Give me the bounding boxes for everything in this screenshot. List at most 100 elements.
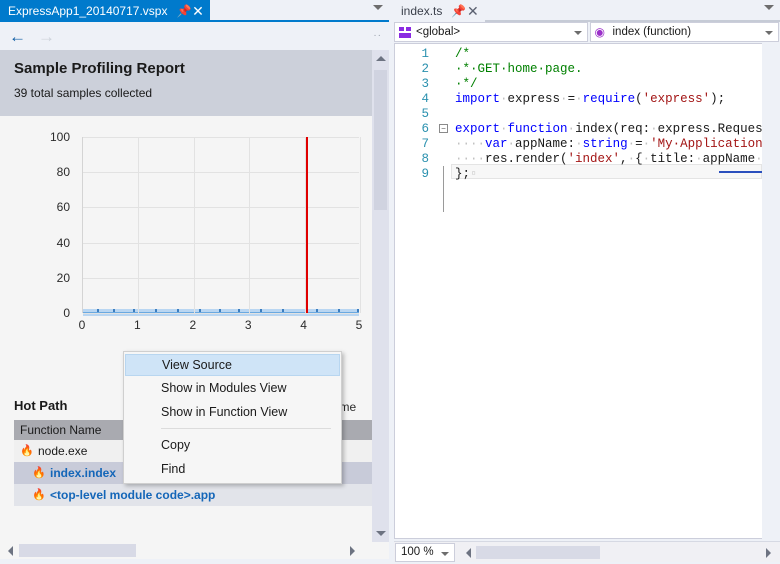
code-line[interactable]: 5 [395,107,762,122]
scrollbar-thumb-horizontal[interactable] [19,544,136,557]
cpu-usage-chart[interactable]: 0 20 40 60 80 100 0 1 2 3 4 5 [0,116,372,356]
chevron-down-icon[interactable] [765,31,773,35]
line-number: 1 [421,47,429,61]
page-title: Sample Profiling Report [14,60,185,77]
line-number: 6 [421,122,429,136]
close-icon[interactable]: ✕ [466,4,479,18]
gridline-horizontal [83,172,359,174]
code-line[interactable]: 2 ·*·GET·home·page. [395,62,762,77]
code-token: ( [635,92,643,106]
line-number: 5 [421,107,429,121]
pin-icon[interactable]: 📌 [451,5,466,17]
scroll-left-icon[interactable] [460,542,476,563]
line-number: 3 [421,77,429,91]
scroll-right-icon[interactable] [344,542,361,559]
code-line[interactable]: 8 ····res.render('index',·{·title:·appNam… [395,152,762,167]
arrow-left-icon[interactable]: ← [9,28,26,45]
scope-value: <global> [416,26,461,38]
code-token: · [642,152,651,166]
arrow-right-icon: → [38,26,55,46]
tab-title: ExpressApp1_20140717.vspx [8,4,168,18]
chart-y-tick-label: 80 [56,165,70,180]
code-token: · [642,137,651,151]
code-line[interactable]: 1 /* [395,47,762,62]
code-token: ···· [455,137,486,151]
editor-status-bar: 100 % [394,541,780,562]
scope-dropdown[interactable]: <global> [394,22,588,42]
pin-icon[interactable]: 📌 [176,5,191,17]
menu-item-view-source[interactable]: View Source [125,354,340,376]
chevron-down-icon[interactable] [441,551,449,556]
sample-tick [315,309,318,312]
sample-tick [282,309,285,312]
chart-y-tick-label: 0 [63,306,70,320]
sample-tick [357,309,360,312]
gridline-vertical [360,137,361,313]
line-number: 7 [421,137,429,151]
scroll-left-icon[interactable] [2,542,19,559]
code-token: export [455,122,501,136]
sample-tick [218,309,221,312]
menu-item-copy[interactable]: Copy [124,433,341,457]
code-token: /* [455,47,471,61]
member-value: index (function) [612,26,692,38]
scroll-up-icon[interactable] [372,50,389,67]
code-token: · [560,92,568,106]
table-row[interactable]: 🔥 <top-level module code>.app [14,484,372,506]
code-token: · [567,122,576,136]
chart-x-axis: 0 1 2 3 4 5 [79,316,363,336]
code-line[interactable]: 9};▫ [395,167,762,182]
method-icon: ◉ [594,24,605,39]
code-token: string [582,137,628,151]
code-token: express [507,92,561,106]
hot-path-heading: Hot Path [14,398,68,413]
tab-profiling-report[interactable]: ExpressApp1_20140717.vspx 📌 ✕ [0,0,211,22]
menu-item-show-in-modules-view[interactable]: Show in Modules View [124,376,341,400]
code-line[interactable]: 3 ·*/ [395,77,762,92]
line-number: 8 [421,152,429,166]
chart-y-axis: 0 20 40 60 80 100 [0,116,78,320]
function-name-cell[interactable]: index.index [50,466,116,480]
code-token: = [567,92,576,106]
code-editor-pane: index.ts 📌 ✕ <global> ◉ index (function) [393,0,780,564]
close-icon[interactable]: ✕ [191,4,204,18]
sample-tick [113,309,116,312]
code-line[interactable]: 7 ····var·appName:·string·=·'My·Applicati… [395,137,762,152]
member-dropdown[interactable]: ◉ index (function) [589,22,779,42]
report-subtitle: 39 total samples collected [14,86,153,100]
context-menu[interactable]: View Source Show in Modules View Show in F… [123,351,342,484]
code-line[interactable]: 6− export·function·index(req:·express.Req… [395,122,762,137]
gridline-horizontal [83,137,359,138]
chevron-down-icon[interactable] [373,5,383,10]
zoom-level-dropdown[interactable]: 100 % [395,542,455,562]
line-number: 4 [421,92,429,106]
scroll-down-icon[interactable] [372,525,389,542]
menu-item-find[interactable]: Find [124,457,341,481]
function-name-cell[interactable]: <top-level module code>.app [50,488,215,502]
scroll-right-icon[interactable] [760,542,776,563]
code-token: · [500,122,508,136]
report-horizontal-scrollbar[interactable] [0,542,389,559]
chart-y-tick-label: 60 [56,200,70,215]
chart-x-tick-label: 3 [244,318,252,332]
code-token: (req: [612,122,651,136]
fold-toggle-icon[interactable]: − [439,124,448,133]
menu-item-show-in-function-view[interactable]: Show in Function View [124,400,341,424]
code-line[interactable]: 4 import·express·=·require('express'); [395,92,762,107]
chevron-down-icon[interactable] [764,5,774,10]
chart-x-tick-label: 2 [189,318,197,332]
tab-index-ts[interactable]: index.ts 📌 ✕ [393,0,486,22]
editor-horizontal-scrollbar[interactable] [460,542,780,563]
line-number: 9 [421,167,429,181]
scrollbar-thumb[interactable] [374,70,387,210]
gridline-vertical [138,137,140,313]
code-token: res.render( [485,152,568,166]
code-editor[interactable]: 1 /* 2 ·*·GET·home·page. 3 ·*/4 import·express… [394,43,762,539]
sample-tick [155,309,158,312]
chevron-down-icon[interactable] [573,31,582,35]
code-token: appName [702,152,756,166]
code-token: ·*/ [455,77,478,91]
scrollbar-thumb-horizontal[interactable] [476,546,600,559]
report-vertical-scrollbar[interactable] [372,50,389,542]
navbar-grip: ·· [373,30,382,41]
